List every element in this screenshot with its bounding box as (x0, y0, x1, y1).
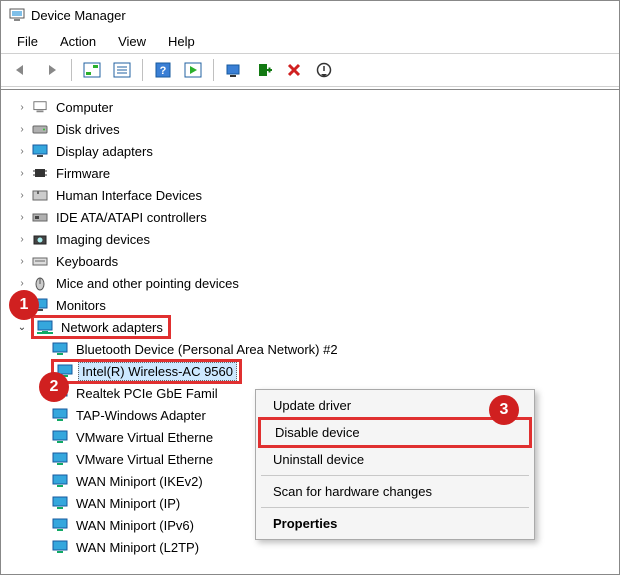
expander-icon[interactable]: › (15, 232, 29, 246)
tree-node-hid[interactable]: › Human Interface Devices (15, 184, 619, 206)
show-hide-tree-button[interactable] (79, 57, 105, 83)
keyboard-icon (31, 252, 49, 270)
network-icon (36, 318, 54, 336)
add-legacy-button[interactable] (251, 57, 277, 83)
back-button[interactable] (8, 57, 34, 83)
callout-label: 3 (500, 401, 509, 419)
node-label: WAN Miniport (IKEv2) (73, 473, 206, 490)
display-icon (31, 142, 49, 160)
node-label: Keyboards (53, 253, 121, 270)
node-label: Bluetooth Device (Personal Area Network)… (73, 341, 341, 358)
node-label: IDE ATA/ATAPI controllers (53, 209, 210, 226)
menu-help[interactable]: Help (158, 32, 205, 51)
expander-icon[interactable]: › (15, 210, 29, 224)
node-label: Firmware (53, 165, 113, 182)
uninstall-button[interactable] (281, 57, 307, 83)
disable-button[interactable] (311, 57, 337, 83)
expander-icon[interactable]: › (15, 188, 29, 202)
menu-view[interactable]: View (108, 32, 156, 51)
forward-button[interactable] (38, 57, 64, 83)
node-label: Human Interface Devices (53, 187, 205, 204)
expander-icon[interactable]: › (15, 276, 29, 290)
tree-node-firmware[interactable]: › Firmware (15, 162, 619, 184)
callout-label: 1 (20, 296, 29, 314)
highlight-box: Intel(R) Wireless-AC 9560 (51, 359, 242, 384)
firmware-icon (31, 164, 49, 182)
node-label: VMware Virtual Etherne (73, 429, 216, 446)
network-adapter-icon (51, 472, 69, 490)
tree-node-imaging[interactable]: › Imaging devices (15, 228, 619, 250)
computer-icon (31, 98, 49, 116)
network-adapter-icon (51, 450, 69, 468)
network-adapter-icon (51, 538, 69, 556)
mouse-icon (31, 274, 49, 292)
node-label: WAN Miniport (L2TP) (73, 539, 202, 556)
ctx-properties[interactable]: Properties (259, 511, 531, 536)
node-label: Imaging devices (53, 231, 153, 248)
toolbar-separator (142, 59, 143, 81)
ide-icon (31, 208, 49, 226)
node-label: Network adapters (58, 319, 166, 336)
tree-node-disk[interactable]: › Disk drives (15, 118, 619, 140)
ctx-disable-device[interactable]: Disable device (258, 417, 532, 448)
properties-button[interactable] (109, 57, 135, 83)
tree-node-monitors[interactable]: › Monitors (15, 294, 619, 316)
hid-icon (31, 186, 49, 204)
expander-icon[interactable]: › (15, 144, 29, 158)
node-label: TAP-Windows Adapter (73, 407, 209, 424)
tree-node-keyboards[interactable]: › Keyboards (15, 250, 619, 272)
tree-node-mice[interactable]: › Mice and other pointing devices (15, 272, 619, 294)
expander-icon-expanded[interactable]: ⌄ (15, 320, 29, 334)
node-label: Computer (53, 99, 116, 116)
toolbar-separator (71, 59, 72, 81)
svg-text:?: ? (160, 65, 167, 77)
menu-action[interactable]: Action (50, 32, 106, 51)
node-label: WAN Miniport (IP) (73, 495, 183, 512)
node-label: Disk drives (53, 121, 123, 138)
node-label: Realtek PCIe GbE Famil (73, 385, 221, 402)
scan-hw-button[interactable] (221, 57, 247, 83)
node-label: Display adapters (53, 143, 156, 160)
disk-icon (31, 120, 49, 138)
tree-node-intel-wireless[interactable]: Intel(R) Wireless-AC 9560 (51, 360, 619, 382)
menubar: File Action View Help (1, 29, 619, 53)
callout-3: 3 (489, 395, 519, 425)
tree-node-bt-pan[interactable]: Bluetooth Device (Personal Area Network)… (51, 338, 619, 360)
menu-file[interactable]: File (7, 32, 48, 51)
titlebar: Device Manager (1, 1, 619, 29)
tree-node-display[interactable]: › Display adapters (15, 140, 619, 162)
ctx-uninstall-device[interactable]: Uninstall device (259, 447, 531, 472)
highlight-box: Network adapters (31, 315, 171, 339)
tree-node-ide[interactable]: › IDE ATA/ATAPI controllers (15, 206, 619, 228)
action-button[interactable] (180, 57, 206, 83)
node-label: VMware Virtual Etherne (73, 451, 216, 468)
callout-label: 2 (50, 378, 59, 396)
expander-icon[interactable]: › (15, 100, 29, 114)
imaging-icon (31, 230, 49, 248)
network-adapter-icon (51, 494, 69, 512)
ctx-scan-hardware[interactable]: Scan for hardware changes (259, 479, 531, 504)
window-title: Device Manager (31, 8, 126, 23)
network-adapter-icon (51, 516, 69, 534)
help-button[interactable]: ? (150, 57, 176, 83)
toolbar-separator (213, 59, 214, 81)
network-adapter-icon (51, 340, 69, 358)
callout-1: 1 (9, 290, 39, 320)
node-label: WAN Miniport (IPv6) (73, 517, 197, 534)
tree-node-computer[interactable]: › Computer (15, 96, 619, 118)
app-icon (9, 7, 25, 23)
expander-icon[interactable]: › (15, 122, 29, 136)
node-label: Mice and other pointing devices (53, 275, 242, 292)
expander-icon[interactable]: › (15, 254, 29, 268)
tree-node-network-adapters[interactable]: ⌄ Network adapters (15, 316, 619, 338)
context-menu-separator (261, 475, 529, 476)
callout-2: 2 (39, 372, 69, 402)
network-adapter-icon (51, 428, 69, 446)
context-menu-separator (261, 507, 529, 508)
toolbar: ? (1, 53, 619, 87)
node-label-selected: Intel(R) Wireless-AC 9560 (78, 362, 237, 381)
network-adapter-icon (51, 406, 69, 424)
expander-icon[interactable]: › (15, 166, 29, 180)
node-label: Monitors (53, 297, 109, 314)
